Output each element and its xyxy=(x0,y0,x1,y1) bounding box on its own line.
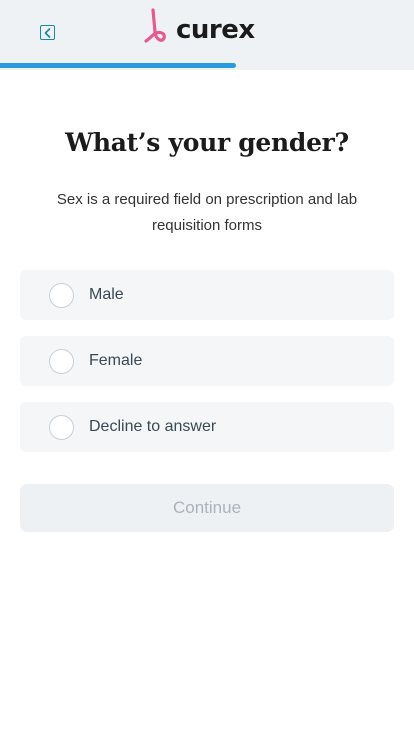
option-decline[interactable]: Decline to answer xyxy=(20,402,394,452)
option-female[interactable]: Female xyxy=(20,336,394,386)
radio-button[interactable] xyxy=(49,414,74,440)
option-label: Male xyxy=(89,286,124,303)
progress-fill xyxy=(0,63,236,68)
back-arrow-icon[interactable] xyxy=(40,25,55,40)
continue-button[interactable]: Continue xyxy=(20,484,394,532)
radio-button[interactable] xyxy=(49,348,74,374)
option-label: Female xyxy=(89,352,143,369)
page-subtitle: Sex is a required field on prescription … xyxy=(56,191,358,234)
logo-text: curex xyxy=(176,15,255,45)
curex-logo: curex xyxy=(144,8,255,48)
option-male[interactable]: Male xyxy=(20,270,394,320)
page-title: What’s your gender? xyxy=(65,128,349,157)
gender-options: Male Female Decline to answer xyxy=(20,270,394,468)
progress-bar xyxy=(0,63,414,69)
option-label: Decline to answer xyxy=(89,418,217,435)
app-header: curex xyxy=(0,0,414,70)
curex-logo-mark-icon xyxy=(144,8,166,43)
radio-button[interactable] xyxy=(49,282,74,308)
